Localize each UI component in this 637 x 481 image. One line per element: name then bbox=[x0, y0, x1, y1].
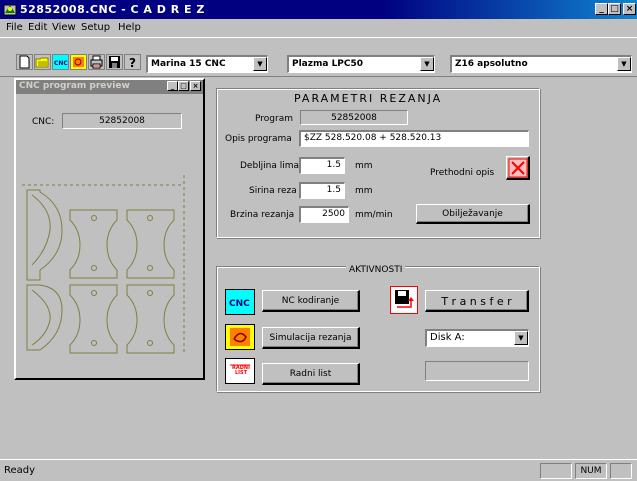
status-text: Ready bbox=[4, 465, 36, 476]
preview-window: CNC program preview _ □ × CNC: 52852008 bbox=[14, 78, 205, 380]
floppy-transfer-icon bbox=[395, 290, 414, 308]
menu-file[interactable]: File bbox=[6, 22, 23, 33]
open-folder-icon bbox=[35, 57, 49, 68]
program-value: 52852008 bbox=[300, 110, 408, 125]
prethodni-label: Prethodni opis bbox=[430, 168, 495, 178]
chevron-down-icon[interactable]: ▼ bbox=[253, 57, 267, 71]
status-bar: Ready NUM bbox=[0, 459, 637, 481]
maximize-icon: □ bbox=[610, 4, 619, 14]
cnc-icon: CNC bbox=[54, 60, 68, 67]
simulation-toolbar-button[interactable] bbox=[70, 54, 87, 70]
simulation-icon bbox=[73, 57, 84, 67]
brzina-unit: mm/min bbox=[355, 210, 393, 220]
debljina-input[interactable]: 1.5 bbox=[299, 157, 345, 174]
chevron-down-icon[interactable]: ▼ bbox=[420, 57, 434, 71]
cnc-activity-icon: CNC bbox=[225, 289, 255, 315]
transfer-icon-box bbox=[390, 286, 418, 314]
open-button[interactable] bbox=[34, 54, 51, 70]
radni-list-button[interactable]: Radni list bbox=[262, 363, 360, 385]
opis-input[interactable]: $ZZ 528.520.08 + 528.520.13 bbox=[299, 130, 529, 147]
coordinate-value: Z16 apsolutno bbox=[455, 59, 528, 69]
simulation-activity-icon bbox=[225, 324, 255, 350]
sirina-input[interactable]: 1.5 bbox=[299, 182, 345, 199]
cancel-icon bbox=[508, 158, 527, 178]
cnc-toolbar-button[interactable]: CNC bbox=[52, 54, 69, 70]
preview-maximize-button[interactable]: □ bbox=[178, 81, 189, 91]
cnc-icon: CNC bbox=[229, 299, 250, 309]
transfer-status-field bbox=[425, 361, 529, 381]
menu-edit[interactable]: Edit bbox=[28, 22, 47, 33]
new-file-button[interactable] bbox=[16, 54, 33, 70]
status-panel-scroll bbox=[610, 463, 632, 479]
transfer-button[interactable]: T r a n s f e r bbox=[425, 290, 529, 312]
program-label: Program bbox=[255, 114, 293, 124]
aktivnosti-title: AKTIVNOSTI bbox=[346, 265, 406, 275]
new-file-icon bbox=[19, 55, 30, 69]
menu-bar: File Edit View Setup Help bbox=[0, 19, 637, 37]
menu-help[interactable]: Help bbox=[118, 22, 141, 33]
preview-title-bar[interactable]: CNC program preview _ □ × bbox=[16, 80, 203, 94]
sirina-label: Sirina reza bbox=[249, 186, 297, 196]
preview-close-button[interactable]: × bbox=[190, 81, 201, 91]
help-button[interactable]: ? bbox=[124, 54, 141, 70]
chevron-down-icon[interactable]: ▼ bbox=[617, 57, 631, 71]
close-icon: × bbox=[625, 4, 634, 14]
menu-view[interactable]: View bbox=[52, 22, 76, 33]
maximize-button[interactable]: □ bbox=[608, 3, 621, 15]
svg-text:?: ? bbox=[129, 56, 136, 69]
toolbar: CNC ? Marina 15 CNC ▼ Plazma LPC50 ▼ Z16… bbox=[0, 37, 637, 77]
part-shape bbox=[26, 189, 63, 281]
title-bar[interactable]: 52852008.CNC - C A D R E Z _ □ × bbox=[0, 0, 637, 19]
brzina-input[interactable]: 2500 bbox=[299, 206, 349, 223]
nc-kodiranje-button[interactable]: NC kodiranje bbox=[262, 290, 360, 312]
parametri-title: PARAMETRI REZANJA bbox=[291, 92, 446, 105]
disk-value: Disk A: bbox=[430, 332, 465, 343]
brzina-label: Brzina rezanja bbox=[230, 210, 295, 220]
debljina-unit: mm bbox=[355, 161, 373, 171]
preview-minimize-button[interactable]: _ bbox=[167, 81, 178, 91]
minimize-icon: _ bbox=[599, 4, 604, 14]
obiljezavanje-button[interactable]: Obilježavanje bbox=[416, 204, 530, 224]
radni-list-icon-text: RADNI LIST bbox=[232, 365, 250, 376]
window-controls: _ □ × bbox=[595, 3, 636, 16]
print-icon bbox=[90, 55, 103, 69]
help-icon: ? bbox=[129, 56, 136, 70]
coordinate-combo[interactable]: Z16 apsolutno ▼ bbox=[450, 55, 632, 73]
app-icon bbox=[3, 4, 17, 16]
cnc-drawing[interactable] bbox=[22, 170, 194, 360]
maximize-icon: □ bbox=[180, 82, 187, 90]
simulacija-button[interactable]: Simulacija rezanja bbox=[262, 327, 360, 349]
part-shape bbox=[26, 284, 63, 351]
simulation-icon bbox=[230, 328, 250, 346]
menu-setup[interactable]: Setup bbox=[81, 22, 110, 33]
plasma-value: Plazma LPC50 bbox=[292, 59, 364, 69]
print-button[interactable] bbox=[88, 54, 105, 70]
debljina-label: Debljina lima bbox=[240, 161, 300, 171]
opis-label: Opis programa bbox=[225, 134, 292, 144]
prethodni-opis-button[interactable] bbox=[506, 156, 530, 180]
radni-list-activity-icon: RADNI LIST bbox=[225, 358, 255, 384]
save-button[interactable] bbox=[106, 54, 123, 70]
machine-combo[interactable]: Marina 15 CNC ▼ bbox=[146, 55, 268, 73]
close-icon: × bbox=[192, 82, 199, 90]
svg-text:CNC: CNC bbox=[54, 60, 68, 67]
machine-value: Marina 15 CNC bbox=[151, 59, 226, 69]
disk-combo[interactable]: Disk A: ▼ bbox=[425, 329, 529, 347]
window-title: 52852008.CNC - C A D R E Z bbox=[20, 3, 205, 16]
save-icon bbox=[109, 56, 120, 68]
plasma-combo[interactable]: Plazma LPC50 ▼ bbox=[287, 55, 435, 73]
cnc-value: 52852008 bbox=[62, 113, 182, 129]
preview-title: CNC program preview bbox=[19, 81, 130, 91]
status-panel-caps bbox=[540, 463, 572, 479]
minimize-icon: _ bbox=[170, 82, 175, 90]
cnc-label: CNC: bbox=[32, 117, 55, 127]
sirina-unit: mm bbox=[355, 186, 373, 196]
status-panel-num: NUM bbox=[575, 463, 607, 479]
minimize-button[interactable]: _ bbox=[595, 3, 608, 15]
svg-text:CNC: CNC bbox=[229, 299, 250, 309]
close-button[interactable]: × bbox=[623, 3, 636, 15]
chevron-down-icon[interactable]: ▼ bbox=[514, 331, 528, 345]
